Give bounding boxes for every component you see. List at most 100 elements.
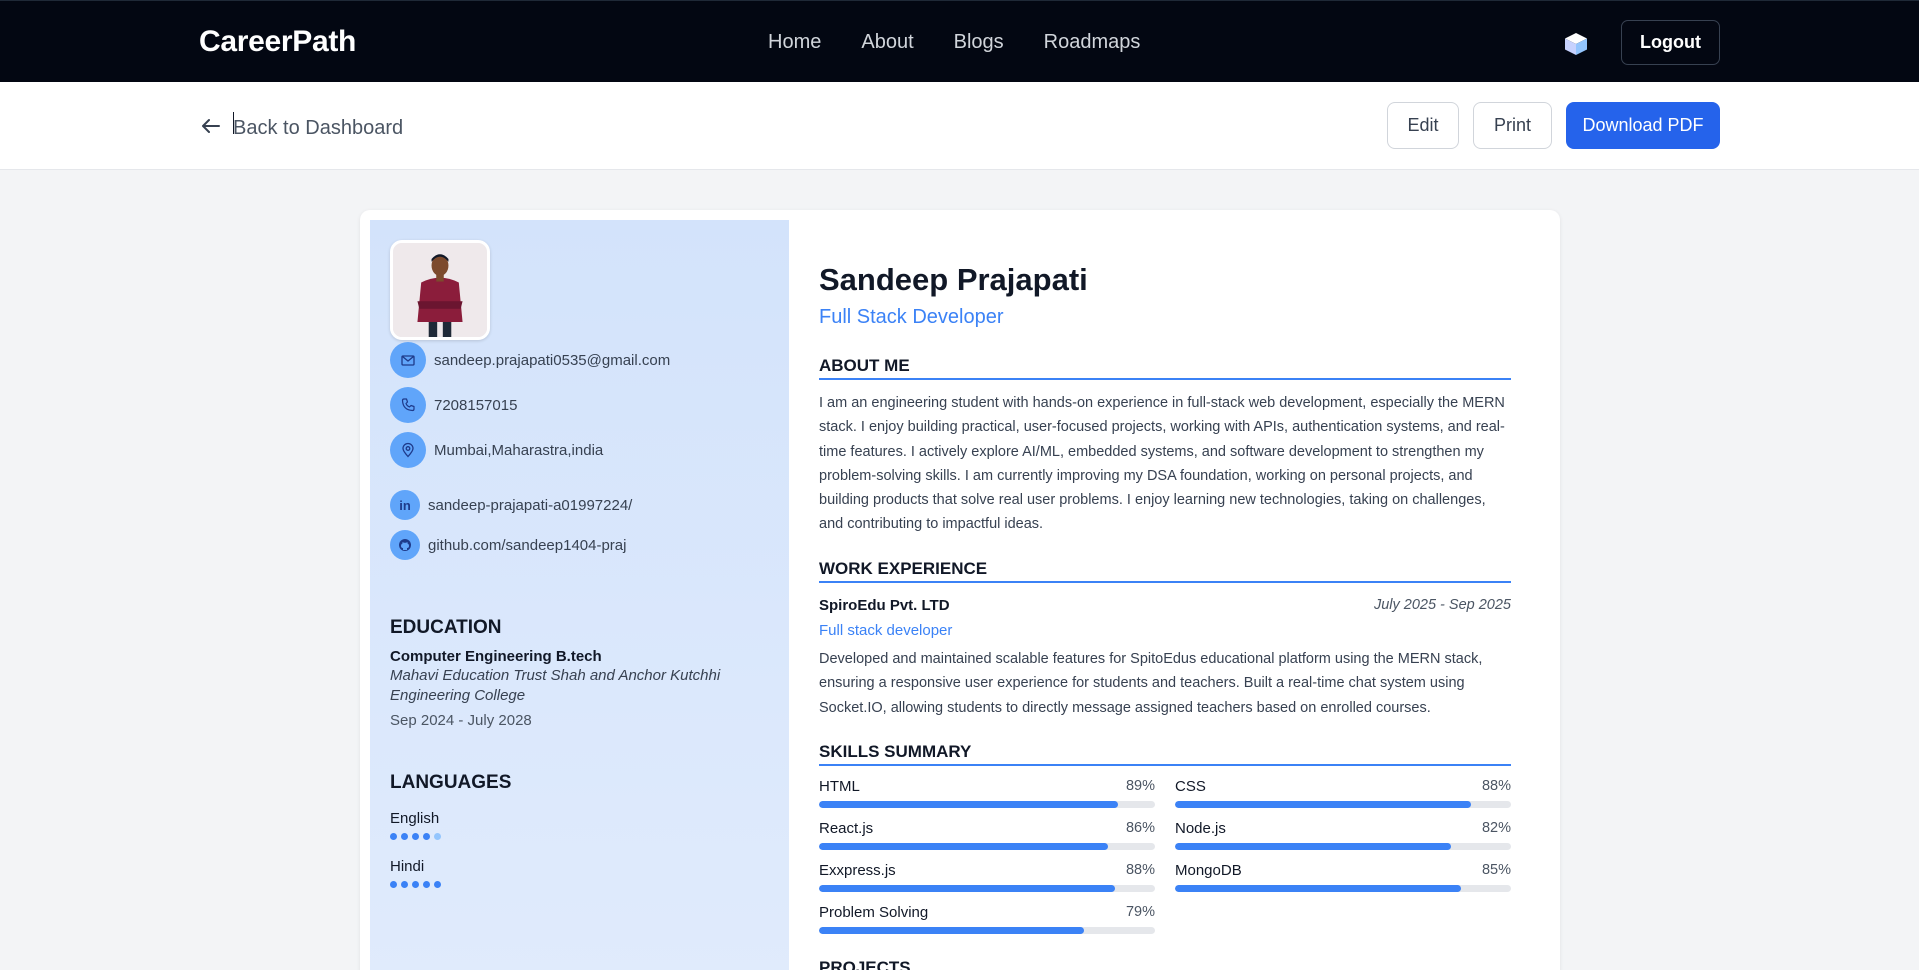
nav-link-roadmaps[interactable]: Roadmaps — [1044, 31, 1141, 54]
linkedin-text: sandeep-prajapati-a01997224/ — [428, 496, 633, 514]
map-pin-icon — [390, 432, 426, 468]
skill-item: MongoDB 85% — [1175, 862, 1511, 892]
mail-icon — [390, 342, 426, 378]
languages-heading: LANGUAGES — [390, 772, 512, 793]
skill-name: Exxpress.js — [819, 862, 896, 879]
skill-bar — [819, 927, 1155, 934]
skill-name: CSS — [1175, 778, 1206, 795]
level-dot — [401, 881, 408, 888]
level-dot — [412, 881, 419, 888]
skill-bar — [819, 885, 1155, 892]
contact-github[interactable]: github.com/sandeep1404-praj — [390, 530, 626, 560]
skill-percent: 88% — [1481, 778, 1511, 794]
nav-link-blogs[interactable]: Blogs — [954, 31, 1004, 54]
language-name: English — [390, 810, 440, 827]
skill-name: React.js — [819, 820, 874, 837]
print-button[interactable]: Print — [1473, 102, 1552, 149]
skill-name: HTML — [819, 778, 860, 795]
nav-links: Home About Blogs Roadmaps — [768, 31, 1140, 54]
language-level — [390, 881, 441, 888]
github-text: github.com/sandeep1404-praj — [428, 536, 627, 554]
skill-bar-fill — [1175, 843, 1451, 850]
contact-linkedin[interactable]: in sandeep-prajapati-a01997224/ — [390, 490, 632, 520]
skill-name: Problem Solving — [819, 904, 929, 921]
level-dot — [423, 833, 430, 840]
skill-item: React.js 86% — [819, 820, 1155, 850]
education-heading: EDUCATION — [390, 617, 502, 638]
skill-bar-fill — [1175, 885, 1461, 892]
level-dot — [423, 881, 430, 888]
back-to-dashboard-link[interactable]: Back to Dashboard — [199, 112, 403, 140]
logout-button[interactable]: Logout — [1621, 20, 1720, 65]
skill-name: MongoDB — [1175, 862, 1242, 879]
arrow-left-icon — [202, 119, 220, 133]
skill-bar-fill — [819, 927, 1085, 934]
skills-heading: SKILLS SUMMARY — [819, 742, 1511, 766]
skill-percent: 89% — [1125, 778, 1155, 794]
skill-item: Problem Solving 79% — [819, 904, 1155, 934]
resume-sidebar: sandeep.prajapati0535@gmail.com 72081570… — [370, 220, 789, 970]
skill-bar-fill — [819, 801, 1119, 808]
job-dates: July 2025 - Sep 2025 — [1373, 597, 1511, 613]
nav-link-home[interactable]: Home — [768, 31, 821, 54]
level-dot — [390, 881, 397, 888]
resume-card: sandeep.prajapati0535@gmail.com 72081570… — [360, 210, 1560, 970]
about-heading: ABOUT ME — [819, 356, 1511, 380]
education-dates: Sep 2024 - July 2028 — [390, 712, 532, 729]
skill-percent: 86% — [1125, 820, 1155, 836]
skill-percent: 88% — [1125, 862, 1155, 878]
skill-bar-fill — [819, 843, 1108, 850]
top-navbar: CareerPath Home About Blogs Roadmaps Log… — [0, 0, 1919, 82]
level-dot — [434, 833, 441, 840]
back-label: Back to Dashboard — [233, 117, 404, 139]
job-company: SpiroEdu Pvt. LTD — [819, 597, 950, 614]
skill-item: Node.js 82% — [1175, 820, 1511, 850]
language-level — [390, 833, 441, 840]
skills-grid: HTML 89% CSS 88% React.js 86% Node.js 82% Exxpre… — [819, 778, 1511, 934]
brand-logo[interactable]: CareerPath — [199, 25, 356, 59]
about-text: I am an engineering student with hands-o… — [819, 395, 1505, 533]
contact-location: Mumbai,Maharastra,india — [390, 432, 603, 468]
skill-item: Exxpress.js 88% — [819, 862, 1155, 892]
level-dot — [401, 833, 408, 840]
language-name: Hindi — [390, 858, 425, 875]
contact-email[interactable]: sandeep.prajapati0535@gmail.com — [390, 342, 670, 378]
projects-heading: PROJECTS — [819, 958, 911, 970]
level-dot — [434, 881, 441, 888]
skill-percent: 82% — [1481, 820, 1511, 836]
skill-bar-fill — [1175, 801, 1471, 808]
job-description: Developed and maintained scalable featur… — [819, 651, 1483, 716]
edit-button[interactable]: Edit — [1387, 102, 1459, 149]
work-heading: WORK EXPERIENCE — [819, 559, 1511, 583]
skill-bar — [1175, 801, 1511, 808]
phone-icon — [390, 387, 426, 423]
candidate-name: Sandeep Prajapati — [819, 262, 1088, 297]
nav-link-about[interactable]: About — [861, 31, 913, 54]
linkedin-icon: in — [390, 490, 420, 520]
cube-icon[interactable] — [1563, 31, 1589, 57]
level-dot — [412, 833, 419, 840]
download-pdf-button[interactable]: Download PDF — [1566, 102, 1720, 149]
education-degree: Computer Engineering B.tech — [390, 648, 602, 665]
avatar — [390, 240, 490, 340]
skill-bar — [819, 801, 1155, 808]
education-school: Mahavi Education Trust Shah and Anchor K… — [390, 667, 721, 704]
contact-phone[interactable]: 7208157015 — [390, 387, 517, 423]
job-title: Full stack developer — [819, 622, 953, 639]
skill-bar-fill — [819, 885, 1115, 892]
skill-bar — [1175, 843, 1511, 850]
location-text: Mumbai,Maharastra,india — [434, 441, 604, 459]
skill-percent: 85% — [1481, 862, 1511, 878]
skill-item: HTML 89% — [819, 778, 1155, 808]
level-dot — [390, 833, 397, 840]
phone-text: 7208157015 — [434, 396, 518, 414]
skill-percent: 79% — [1125, 904, 1155, 920]
skill-name: Node.js — [1175, 820, 1226, 837]
candidate-role: Full Stack Developer — [819, 306, 1004, 328]
resume-toolbar: Back to Dashboard Edit Print Download PD… — [0, 82, 1919, 170]
skill-item: CSS 88% — [1175, 778, 1511, 808]
github-icon — [390, 530, 420, 560]
skill-bar — [819, 843, 1155, 850]
email-text: sandeep.prajapati0535@gmail.com — [434, 351, 671, 369]
skill-bar — [1175, 885, 1511, 892]
